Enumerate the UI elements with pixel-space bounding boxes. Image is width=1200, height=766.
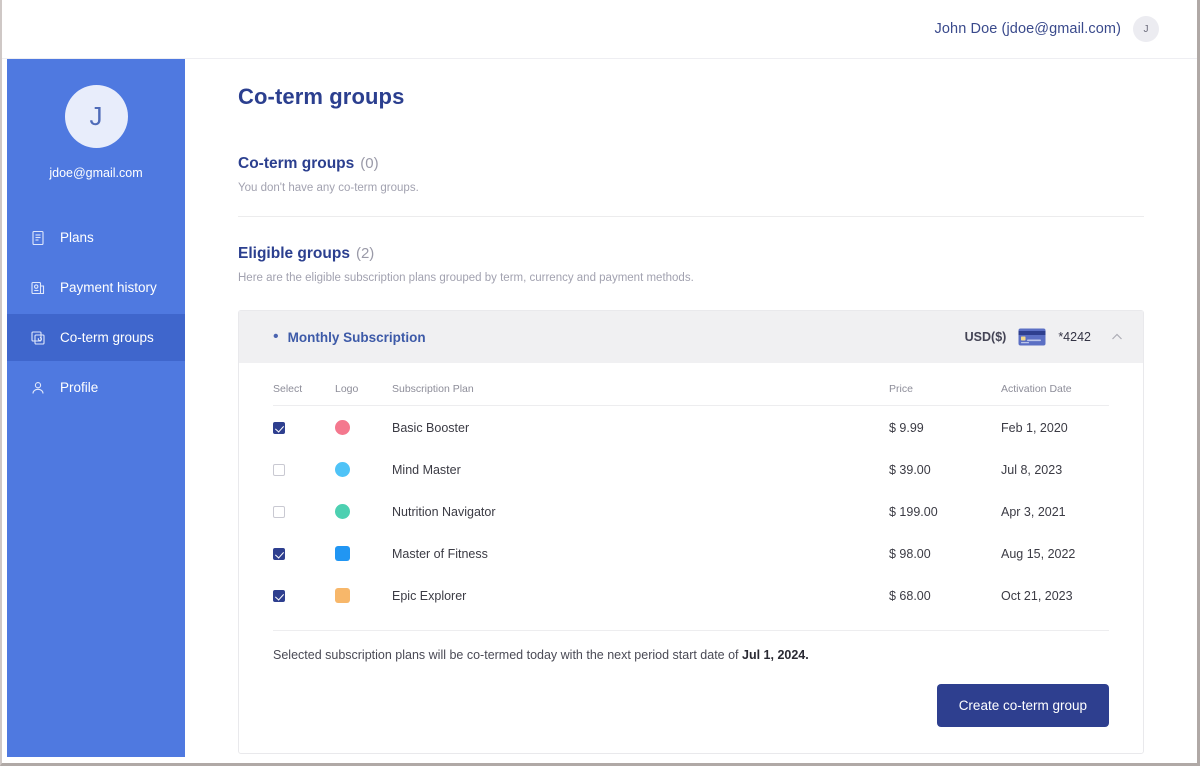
- app-window: John Doe (jdoe@gmail.com) J J jdoe@gmail…: [0, 0, 1200, 766]
- column-header-select: Select: [273, 363, 335, 406]
- row-select-cell: [273, 490, 335, 532]
- section-divider: [238, 216, 1144, 217]
- row-plan-name: Master of Fitness: [392, 546, 488, 561]
- row-activation-date: Jul 8, 2023: [1001, 462, 1063, 477]
- table-row: Basic Booster $ 9.99 Feb 1, 2020: [273, 406, 1109, 449]
- row-logo-cell: [335, 574, 392, 616]
- sidebar-item-label: Profile: [60, 380, 99, 395]
- receipt-icon: [29, 279, 46, 296]
- sidebar-item-label: Payment history: [60, 280, 157, 295]
- account-label[interactable]: John Doe (jdoe@gmail.com): [935, 21, 1121, 37]
- sidebar-item-label: Co-term groups: [60, 330, 154, 345]
- row-checkbox[interactable]: [273, 547, 285, 560]
- create-co-term-group-button[interactable]: Create co-term group: [936, 684, 1109, 727]
- co-term-note-prefix: Selected subscription plans will be co-t…: [273, 648, 743, 662]
- sidebar-avatar: J: [64, 85, 128, 148]
- plan-logo-icon: [335, 462, 350, 477]
- sidebar: J jdoe@gmail.com Plans Payment history C…: [7, 59, 185, 757]
- person-icon: [29, 379, 46, 396]
- row-price: $ 9.99: [889, 420, 924, 435]
- chevron-up-icon[interactable]: [1109, 329, 1125, 345]
- bullet-icon: •: [273, 328, 279, 345]
- sidebar-item-co-term-groups[interactable]: Co-term groups: [7, 314, 185, 361]
- section-count: (2): [355, 245, 375, 262]
- row-checkbox[interactable]: [273, 421, 285, 434]
- row-activation-date: Oct 21, 2023: [1001, 588, 1073, 603]
- co-term-note-date: Jul 1, 2024.: [742, 648, 809, 662]
- section-title: Co-term groups: [238, 155, 355, 172]
- plan-logo-icon: [335, 504, 350, 519]
- row-logo-cell: [335, 448, 392, 490]
- row-activation-date: Feb 1, 2020: [1001, 420, 1068, 435]
- plans-table-wrap: Select Logo Subscription Plan Price Acti…: [239, 363, 1143, 616]
- row-plan-name: Epic Explorer: [392, 588, 467, 603]
- co-term-groups-section: Co-term groups (0) You don't have any co…: [238, 155, 1144, 217]
- section-header: Eligible groups (2): [238, 245, 1144, 263]
- sidebar-item-label: Plans: [60, 230, 94, 245]
- row-plan-name: Mind Master: [392, 462, 461, 477]
- row-select-cell: [273, 574, 335, 616]
- document-icon: [29, 229, 46, 246]
- table-header-row: Select Logo Subscription Plan Price Acti…: [273, 363, 1109, 406]
- section-subtitle: Here are the eligible subscription plans…: [238, 272, 694, 284]
- plan-logo-icon: [335, 420, 350, 435]
- table-row: Nutrition Navigator $ 199.00 Apr 3, 2021: [273, 490, 1109, 532]
- group-card-footer: Selected subscription plans will be co-t…: [239, 616, 1143, 662]
- table-row: Mind Master $ 39.00 Jul 8, 2023: [273, 448, 1109, 490]
- row-checkbox[interactable]: [273, 463, 285, 476]
- column-header-price: Price: [889, 363, 1001, 406]
- table-body: Basic Booster $ 9.99 Feb 1, 2020 Mind Ma…: [273, 406, 1109, 617]
- credit-card-icon: [1018, 328, 1046, 346]
- group-card-actions: Create co-term group: [239, 662, 1143, 753]
- page-title: Co-term groups: [238, 84, 405, 109]
- row-plan-name: Nutrition Navigator: [392, 504, 496, 519]
- row-price: $ 98.00: [889, 546, 931, 561]
- avatar[interactable]: J: [1133, 16, 1159, 42]
- section-subtitle: You don't have any co-term groups.: [238, 182, 419, 194]
- group-header-meta: USD($) *4242: [965, 328, 1125, 346]
- sidebar-nav: Plans Payment history Co-term groups Pro…: [7, 214, 185, 411]
- co-term-note: Selected subscription plans will be co-t…: [273, 631, 1109, 662]
- group-card-monthly: • Monthly Subscription USD($) *4242 Sele…: [238, 310, 1144, 754]
- row-logo-cell: [335, 532, 392, 574]
- sidebar-item-payment-history[interactable]: Payment history: [7, 264, 185, 311]
- sidebar-email: jdoe@gmail.com: [49, 166, 143, 180]
- row-price: $ 68.00: [889, 588, 931, 603]
- sidebar-item-plans[interactable]: Plans: [7, 214, 185, 261]
- column-header-logo: Logo: [335, 363, 392, 406]
- sidebar-profile: J jdoe@gmail.com: [7, 59, 185, 180]
- row-select-cell: [273, 406, 335, 449]
- plans-table: Select Logo Subscription Plan Price Acti…: [273, 363, 1109, 616]
- plan-logo-icon: [335, 588, 350, 603]
- eligible-groups-section: Eligible groups (2) Here are the eligibl…: [238, 245, 1144, 757]
- row-logo-cell: [335, 490, 392, 532]
- group-card-header[interactable]: • Monthly Subscription USD($) *4242: [239, 311, 1143, 363]
- table-row: Epic Explorer $ 68.00 Oct 21, 2023: [273, 574, 1109, 616]
- row-select-cell: [273, 532, 335, 574]
- row-activation-date: Apr 3, 2021: [1001, 504, 1066, 519]
- top-bar: John Doe (jdoe@gmail.com) J: [2, 0, 1197, 59]
- row-plan-name: Basic Booster: [392, 420, 470, 435]
- section-header: Co-term groups (0): [238, 155, 1144, 173]
- currency-label: USD($): [964, 330, 1007, 344]
- column-header-plan: Subscription Plan: [392, 363, 889, 406]
- card-last4: *4242: [1058, 330, 1091, 344]
- table-row: Master of Fitness $ 98.00 Aug 15, 2022: [273, 532, 1109, 574]
- main-content: Co-term groups Co-term groups (0) You do…: [185, 59, 1194, 757]
- plan-logo-icon: [335, 546, 350, 561]
- section-count: (0): [360, 155, 379, 172]
- row-activation-date: Aug 15, 2022: [1001, 546, 1076, 561]
- row-logo-cell: [335, 406, 392, 449]
- row-price: $ 199.00: [889, 504, 938, 519]
- row-checkbox[interactable]: [273, 589, 285, 602]
- column-header-activation-date: Activation Date: [1001, 363, 1109, 406]
- row-select-cell: [273, 448, 335, 490]
- row-checkbox[interactable]: [273, 505, 285, 518]
- group-title: Monthly Subscription: [287, 329, 426, 345]
- section-title: Eligible groups: [238, 245, 350, 262]
- sidebar-item-profile[interactable]: Profile: [7, 364, 185, 411]
- layers-icon: [29, 329, 46, 346]
- table-head: Select Logo Subscription Plan Price Acti…: [273, 363, 1109, 406]
- row-price: $ 39.00: [889, 462, 931, 477]
